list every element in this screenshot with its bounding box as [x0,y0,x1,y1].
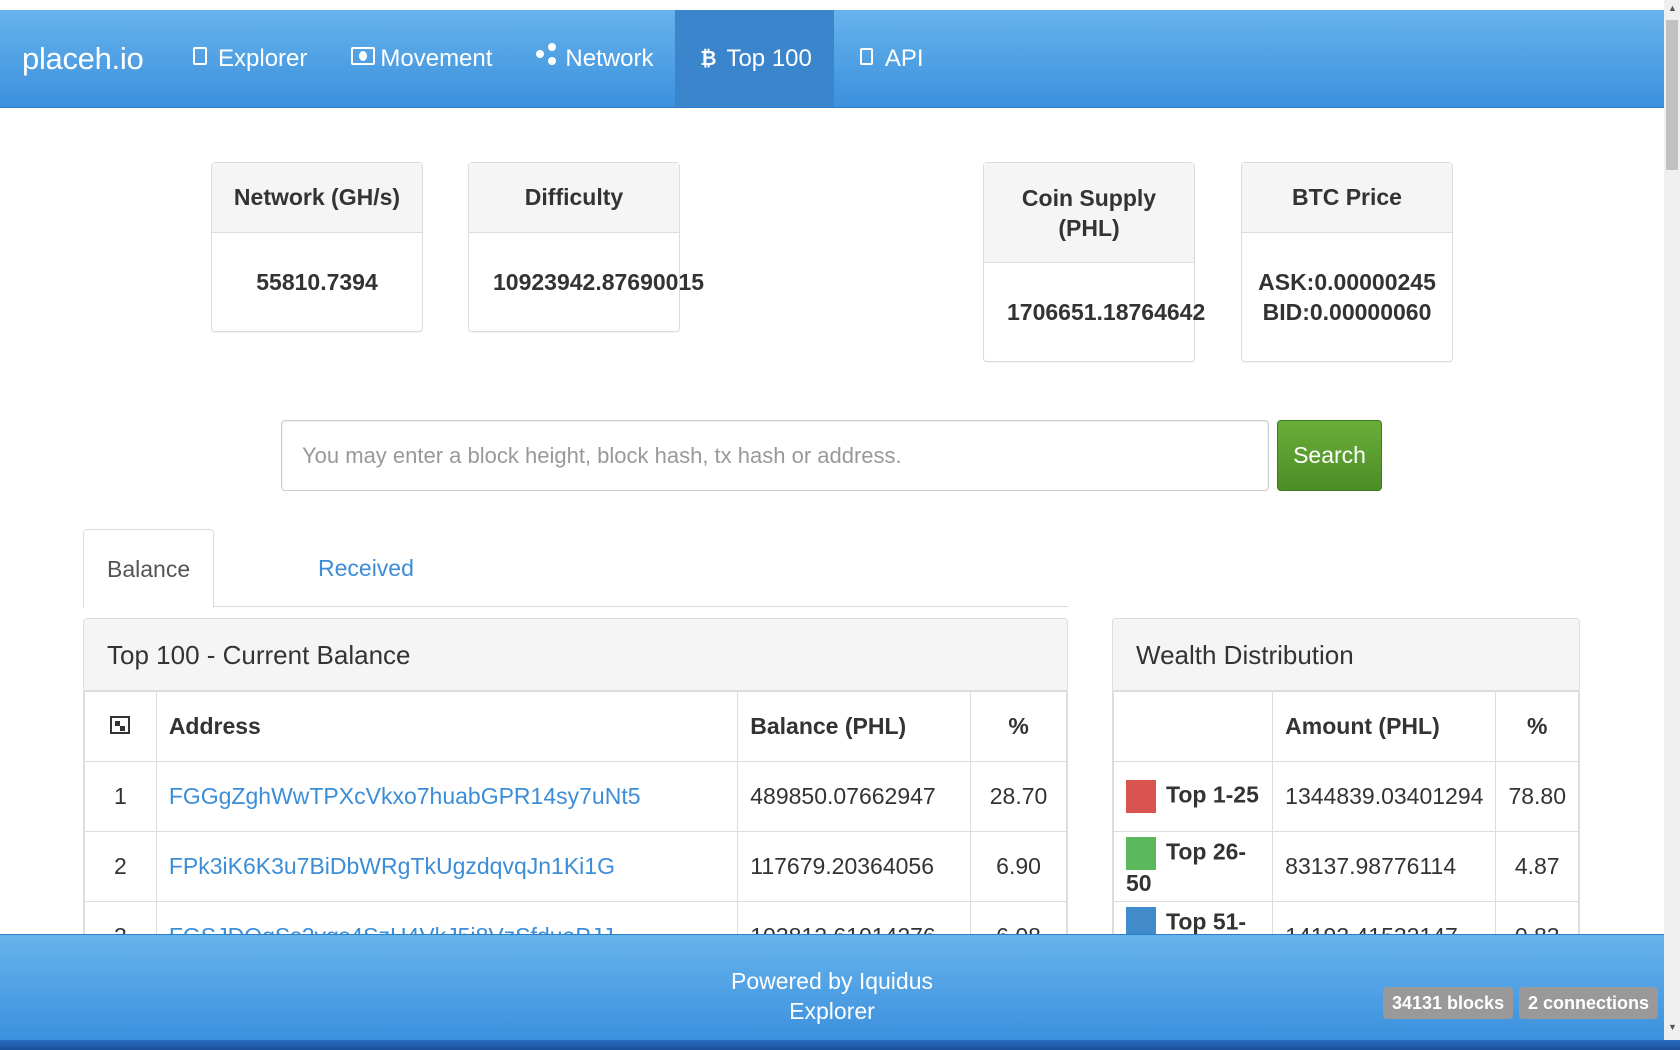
percent-cell: 6.08 [970,901,1067,937]
top100-panel: Top 100 - Current Balance Address Balanc… [83,618,1068,938]
os-taskbar [0,1040,1680,1050]
table-row: 2 FPk3iK6K3u7BiDbWRgTkUgzdqvqJn1Ki1G 117… [84,831,1067,902]
page-scrollbar[interactable]: ▲ ▼ [1664,0,1680,1040]
search-button[interactable]: Search [1277,420,1382,491]
percent-cell: 78.80 [1495,761,1579,832]
tab-received[interactable]: Received [295,529,437,607]
table-row: Top 51-75 14193.41532147 0.83 [1113,901,1579,937]
nav-item-label: Movement [380,44,493,72]
nav-item-movement[interactable]: Movement [329,10,514,107]
table-row: Top 1-25 1344839.03401294 78.80 [1113,761,1579,832]
wealth-distribution-panel: Wealth Distribution Amount (PHL) % Top 1… [1112,618,1580,938]
connections-badge: 2 connections [1519,987,1659,1019]
flag-checkered-icon [110,716,131,734]
panel-title-line: Coin Supply [1021,184,1157,211]
table-header-row: Address Balance (PHL) % [84,691,1067,762]
coin-supply-value: 1706651.18764642 [1007,299,1206,325]
amount-cell: 14193.41532147 [1272,901,1497,937]
panel-title: BTC Price [1242,163,1452,233]
panel-title: Network (GH/s) [212,163,422,233]
percent-cell: 4.87 [1495,831,1579,902]
scroll-thumb[interactable] [1666,20,1678,170]
share-icon [536,10,558,108]
nav-item-label: Top 100 [726,44,812,72]
scroll-down-icon[interactable]: ▼ [1668,1022,1677,1032]
group-label: Top 1-25 [1166,781,1259,808]
nav-item-network[interactable]: Network [514,10,675,107]
address-link[interactable]: FGSJDQqSs2vgs4SzH4VkJ5i8VzSfduaPJJ [155,901,739,937]
address-link[interactable]: FGGgZghWwTPXcVkxo7huabGPR14sy7uNt5 [155,761,739,832]
group-cell: Top 26-50 [1113,831,1274,902]
balance-cell: 103812.61014276 [737,901,972,937]
table-row: Top 26-50 83137.98776114 4.87 [1113,831,1579,902]
panel-title: Top 100 - Current Balance [84,619,1067,691]
tab-bar: Balance Received [83,529,1068,608]
rank-cell: 1 [84,761,157,832]
group-cell: Top 1-25 [1113,761,1274,832]
nav-item-label: API [884,44,924,72]
difficulty-value: 10923942.87690015 [493,269,705,295]
brand-logo[interactable]: placeh.io [0,10,167,107]
panel-title: Difficulty [469,163,679,233]
bid-price: BID:0.00000060 [1262,299,1432,325]
nav-item-label: Network [565,44,654,72]
table-row: 3 FGSJDQqSs2vgs4SzH4VkJ5i8VzSfduaPJJ 103… [84,901,1067,937]
percent-cell: 6.90 [970,831,1067,902]
balance-cell: 117679.20364056 [737,831,972,902]
rank-cell: 3 [84,901,157,937]
nav-item-label: Explorer [218,44,308,72]
amount-column-header: Amount (PHL) [1272,691,1497,762]
balance-column-header: Balance (PHL) [737,691,972,762]
color-swatch [1126,780,1156,813]
top-navbar: placeh.io Explorer Movement Network ₿ To… [0,10,1664,108]
nav-item-top100[interactable]: ₿ Top 100 [675,10,834,107]
nav-item-api[interactable]: API [834,10,946,107]
panel-title: Wealth Distribution [1113,619,1579,691]
coin-supply-panel: Coin Supply (PHL) 1706651.18764642 [983,162,1206,362]
group-column-header [1113,691,1274,762]
table-header-row: Amount (PHL) % [1113,691,1579,762]
ask-price: ASK:0.00000245 [1258,269,1436,295]
btc-price-value: ASK:0.00000245 BID:0.00000060 [1242,233,1452,361]
rank-column-header [84,691,157,762]
scroll-up-icon[interactable]: ▲ [1668,3,1677,13]
address-column-header: Address [155,691,739,762]
search-input[interactable] [281,420,1269,491]
top100-table: Address Balance (PHL) % 1 FGGgZghWwTPXcV… [84,691,1067,937]
cube-icon [189,10,211,108]
network-hashrate-panel: Network (GH/s) 55810.7394 [211,162,423,332]
wealth-table: Amount (PHL) % Top 1-25 1344839.03401294… [1113,691,1579,937]
rank-cell: 2 [84,831,157,902]
panel-title: Coin Supply (PHL) [984,163,1194,263]
percent-column-header: % [1495,691,1579,762]
color-swatch [1126,836,1156,870]
nav-item-explorer[interactable]: Explorer [167,10,329,107]
amount-cell: 83137.98776114 [1272,831,1497,902]
panel-title-line: (PHL) [1058,214,1120,241]
bitcoin-icon: ₿ [700,47,717,70]
percent-column-header: % [970,691,1067,762]
amount-cell: 1344839.03401294 [1272,761,1497,832]
file-icon [856,10,878,108]
network-hashrate-value: 55810.7394 [256,269,378,295]
difficulty-panel: Difficulty 10923942.87690015 [468,162,705,332]
balance-cell: 489850.07662947 [737,761,972,832]
btc-price-panel: BTC Price ASK:0.00000245 BID:0.00000060 [1241,162,1453,362]
address-link[interactable]: FPk3iK6K3u7BiDbWRgTkUgzdqvqJn1Ki1G [155,831,739,902]
tab-balance[interactable]: Balance [83,529,215,608]
percent-cell: 0.83 [1495,901,1579,937]
percent-cell: 28.70 [970,761,1067,832]
table-row: 1 FGGgZghWwTPXcVkxo7huabGPR14sy7uNt5 489… [84,761,1067,832]
group-cell: Top 51-75 [1113,901,1274,937]
blocks-badge: 34131 blocks [1383,987,1514,1019]
money-icon [351,10,376,108]
